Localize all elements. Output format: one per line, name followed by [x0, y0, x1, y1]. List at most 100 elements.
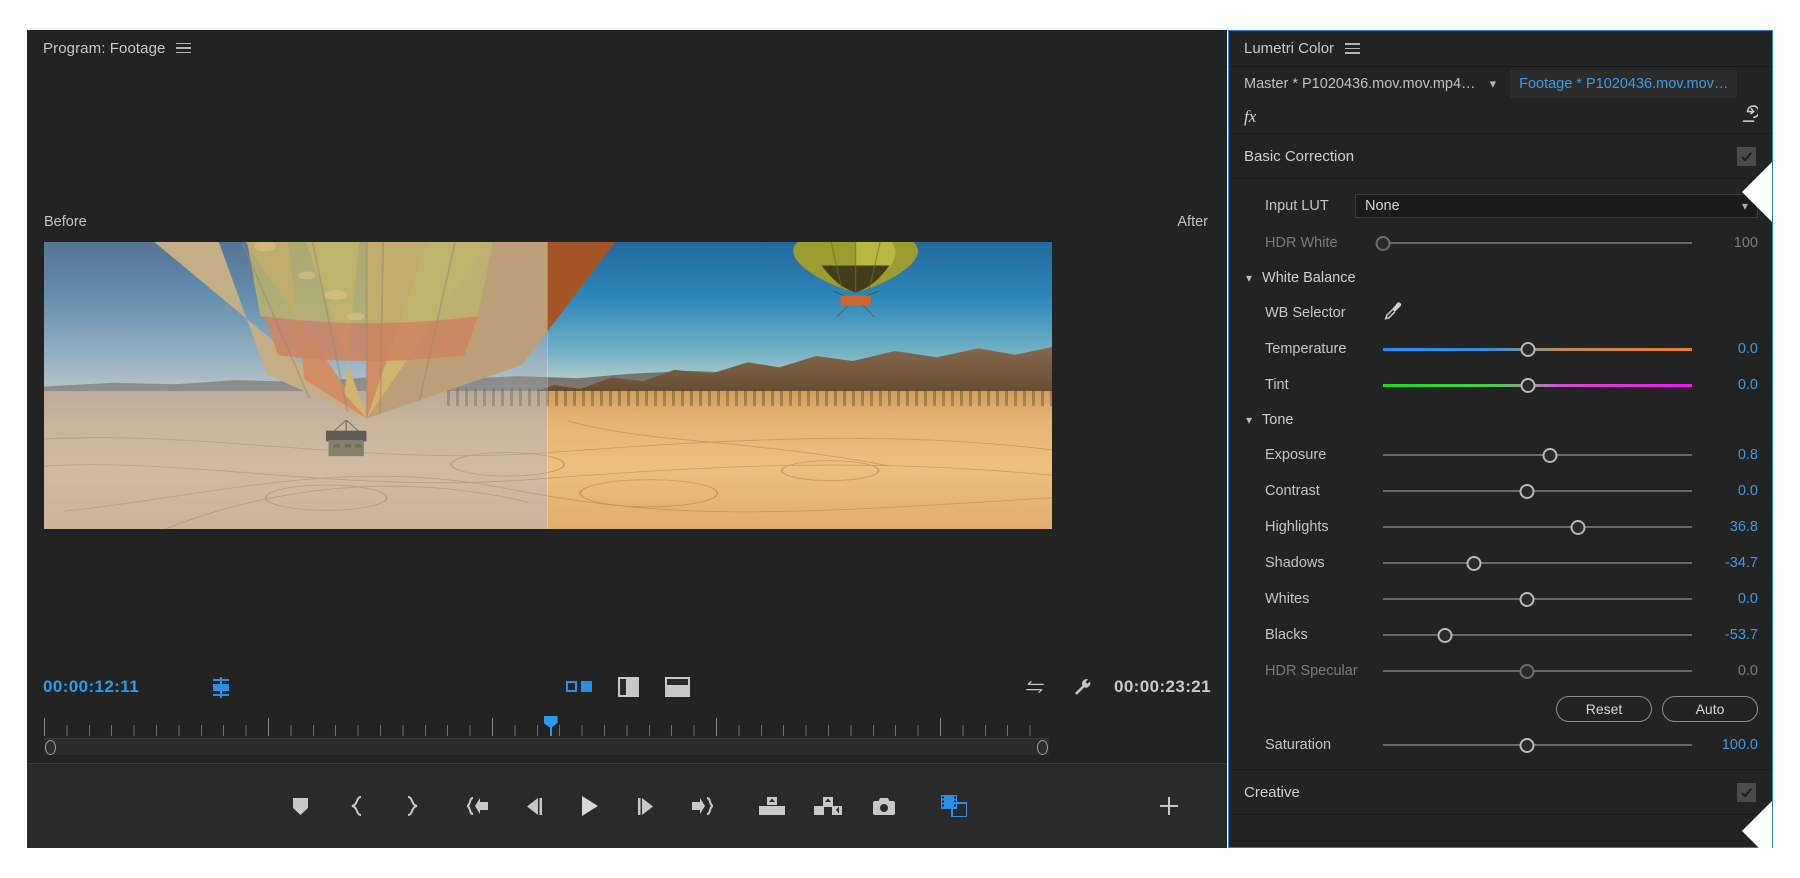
contrast-control[interactable]: Contrast 0.0 [1229, 473, 1772, 509]
zoom-handle-left[interactable] [45, 740, 56, 755]
step-back-icon[interactable] [519, 791, 549, 821]
comparison-view-icon[interactable] [566, 681, 592, 694]
program-monitor-header: Program: Footage [27, 30, 1227, 66]
marker-icon[interactable] [285, 791, 315, 821]
program-monitor-panel: Program: Footage Before After [27, 30, 1227, 848]
temperature-slider[interactable] [1383, 339, 1692, 359]
whites-control[interactable]: Whites 0.0 [1229, 581, 1772, 617]
main-balloon [145, 242, 547, 443]
swap-arrows-icon[interactable] [1024, 680, 1046, 694]
creative-label: Creative [1244, 784, 1300, 801]
before-half [44, 242, 547, 529]
camera-icon[interactable] [869, 791, 899, 821]
monitor-viewport: Before After [27, 66, 1227, 678]
basic-correction-label: Basic Correction [1244, 148, 1354, 165]
white-balance-disclosure[interactable]: ▾ White Balance [1229, 261, 1772, 295]
extract-icon[interactable] [813, 791, 843, 821]
tint-value[interactable]: 0.0 [1704, 377, 1758, 393]
duration-timecode[interactable]: 00:00:23:21 [1114, 677, 1211, 697]
shadows-value[interactable]: -34.7 [1704, 555, 1758, 571]
clip-selector-row: Master * P1020436.mov.mov.mp4… ▾ Footage… [1229, 67, 1772, 101]
saturation-control[interactable]: Saturation 100.0 [1229, 727, 1772, 763]
highlights-value[interactable]: 36.8 [1704, 519, 1758, 535]
hdr-specular-value[interactable]: 0.0 [1704, 663, 1758, 679]
blacks-slider[interactable] [1383, 625, 1692, 645]
tone-buttons-row: Reset Auto [1229, 689, 1772, 727]
fx-row: fx [1229, 101, 1772, 134]
highlights-slider[interactable] [1383, 517, 1692, 537]
chevron-down-icon: ▾ [1246, 414, 1252, 426]
section-creative-header[interactable]: Creative [1229, 770, 1772, 815]
go-to-out-icon[interactable] [687, 791, 717, 821]
eyedropper-icon[interactable] [1383, 301, 1403, 326]
before-label: Before [44, 214, 87, 230]
highlights-control[interactable]: Highlights 36.8 [1229, 509, 1772, 545]
plus-icon[interactable] [1157, 794, 1181, 818]
lift-icon[interactable] [757, 791, 787, 821]
exposure-slider[interactable] [1383, 445, 1692, 465]
tint-control[interactable]: Tint 0.0 [1229, 367, 1772, 403]
zoom-handle-right[interactable] [1037, 740, 1048, 755]
tint-slider[interactable] [1383, 375, 1692, 395]
scrub-track[interactable] [44, 738, 1049, 755]
program-monitor-title: Program: Footage [43, 40, 166, 57]
highlights-label: Highlights [1265, 519, 1383, 535]
tire-tracks [547, 403, 1052, 529]
hdr-white-value[interactable]: 100 [1704, 235, 1758, 251]
video-preview[interactable] [44, 242, 1052, 529]
shadows-control[interactable]: Shadows -34.7 [1229, 545, 1772, 581]
contrast-slider[interactable] [1383, 481, 1692, 501]
wb-selector-row: WB Selector [1229, 295, 1772, 331]
tone-disclosure[interactable]: ▾ Tone [1229, 403, 1772, 437]
filmstrip-icon[interactable] [211, 679, 231, 696]
exposure-control[interactable]: Exposure 0.8 [1229, 437, 1772, 473]
reset-arrow-icon[interactable] [1739, 105, 1758, 129]
horizontal-split-icon[interactable] [665, 677, 690, 697]
whites-slider[interactable] [1383, 589, 1692, 609]
play-icon[interactable] [575, 791, 605, 821]
wrench-icon[interactable] [1072, 677, 1092, 697]
temperature-value[interactable]: 0.0 [1704, 341, 1758, 357]
master-clip-name[interactable]: Master * P1020436.mov.mov.mp4… [1244, 76, 1476, 92]
reset-button[interactable]: Reset [1556, 696, 1652, 722]
footage-tab[interactable]: Footage * P1020436.mov.mov… [1510, 70, 1737, 98]
hdr-white-slider[interactable] [1383, 233, 1692, 253]
hamburger-icon[interactable] [1345, 43, 1360, 54]
creative-checkbox[interactable] [1737, 783, 1756, 802]
scrub-ruler[interactable] [44, 716, 1049, 736]
blacks-control[interactable]: Blacks -53.7 [1229, 617, 1772, 653]
blacks-value[interactable]: -53.7 [1704, 627, 1758, 643]
go-to-in-icon[interactable] [463, 791, 493, 821]
hdr-specular-slider[interactable] [1383, 661, 1692, 681]
main-balloon [547, 242, 588, 443]
playhead[interactable] [544, 716, 558, 736]
step-forward-icon[interactable] [631, 791, 661, 821]
auto-button[interactable]: Auto [1662, 696, 1758, 722]
saturation-value[interactable]: 100.0 [1704, 737, 1758, 753]
mark-in-icon[interactable] [341, 791, 371, 821]
hamburger-icon[interactable] [176, 43, 191, 54]
hdr-specular-control[interactable]: HDR Specular 0.0 [1229, 653, 1772, 689]
whites-value[interactable]: 0.0 [1704, 591, 1758, 607]
app-root: Program: Footage Before After [0, 0, 1800, 878]
exposure-value[interactable]: 0.8 [1704, 447, 1758, 463]
saturation-label: Saturation [1265, 737, 1383, 753]
input-lut-select[interactable]: None ▾ [1355, 194, 1758, 218]
hdr-specular-label: HDR Specular [1265, 663, 1383, 679]
saturation-slider[interactable] [1383, 735, 1692, 755]
hdr-white-control[interactable]: HDR White 100 [1229, 225, 1772, 261]
section-basic-correction-header[interactable]: Basic Correction [1229, 134, 1772, 179]
fx-label: fx [1244, 107, 1256, 127]
comparison-filmstrip-icon[interactable] [939, 791, 969, 821]
shadows-slider[interactable] [1383, 553, 1692, 573]
contrast-value[interactable]: 0.0 [1704, 483, 1758, 499]
split-divider[interactable] [547, 242, 548, 529]
vertical-split-icon[interactable] [618, 677, 639, 697]
chevron-down-icon[interactable]: ▾ [1484, 76, 1503, 92]
temperature-control[interactable]: Temperature 0.0 [1229, 331, 1772, 367]
mark-out-icon[interactable] [397, 791, 427, 821]
attention-arrow-top-icon [1742, 162, 1772, 222]
secondary-balloon [780, 242, 931, 317]
current-timecode[interactable]: 00:00:12:11 [43, 677, 139, 697]
transport-buttons [285, 791, 969, 821]
